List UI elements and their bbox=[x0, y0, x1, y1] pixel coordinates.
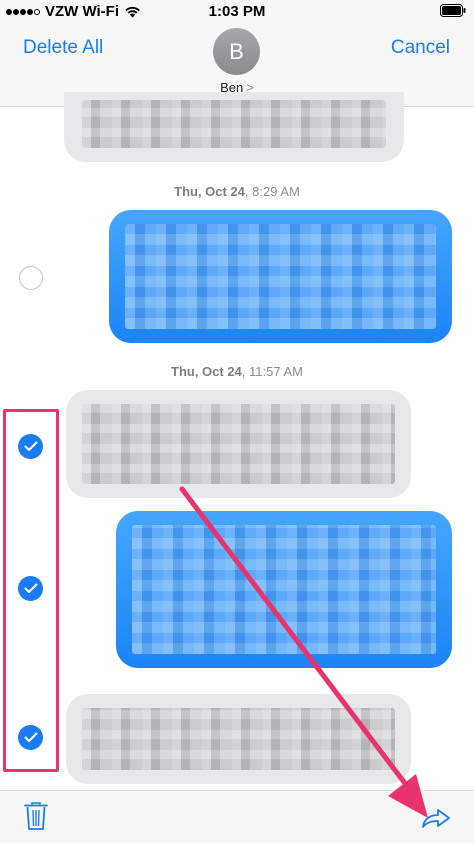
battery-icon bbox=[440, 4, 466, 21]
status-bar: VZW Wi-Fi 1:03 PM bbox=[0, 0, 474, 22]
share-forward-button[interactable] bbox=[421, 807, 451, 832]
delete-all-button[interactable]: Delete All bbox=[23, 37, 103, 59]
timestamp-time: 11:57 AM bbox=[249, 364, 303, 379]
share-forward-icon bbox=[422, 809, 450, 828]
blurred-message-text bbox=[132, 525, 436, 654]
select-message-radio[interactable] bbox=[19, 266, 43, 290]
blurred-message-text bbox=[125, 224, 436, 329]
cancel-button[interactable]: Cancel bbox=[391, 37, 450, 59]
trash-icon bbox=[24, 802, 48, 830]
blurred-message-text bbox=[82, 708, 395, 770]
bottom-toolbar bbox=[0, 790, 474, 843]
avatar-initial: B bbox=[229, 38, 244, 64]
delete-button[interactable] bbox=[24, 801, 48, 834]
timestamp: Thu, Oct 24, 11:57 AM bbox=[171, 364, 303, 379]
message-bubble-received[interactable] bbox=[66, 694, 411, 784]
selection-highlight-box bbox=[3, 409, 59, 772]
blurred-message-text bbox=[82, 100, 386, 148]
message-bubble-received[interactable] bbox=[66, 390, 411, 498]
timestamp-day: Thu, Oct 24 bbox=[174, 184, 245, 199]
timestamp-time: 8:29 AM bbox=[252, 184, 300, 199]
timestamp: Thu, Oct 24, 8:29 AM bbox=[174, 184, 300, 199]
avatar[interactable]: B bbox=[213, 28, 260, 75]
message-bubble-sent[interactable] bbox=[116, 511, 452, 668]
message-bubble-received[interactable] bbox=[64, 92, 404, 162]
timestamp-day: Thu, Oct 24 bbox=[171, 364, 242, 379]
blurred-message-text bbox=[82, 404, 395, 484]
message-bubble-sent[interactable] bbox=[109, 210, 452, 343]
status-time: 1:03 PM bbox=[208, 3, 266, 20]
